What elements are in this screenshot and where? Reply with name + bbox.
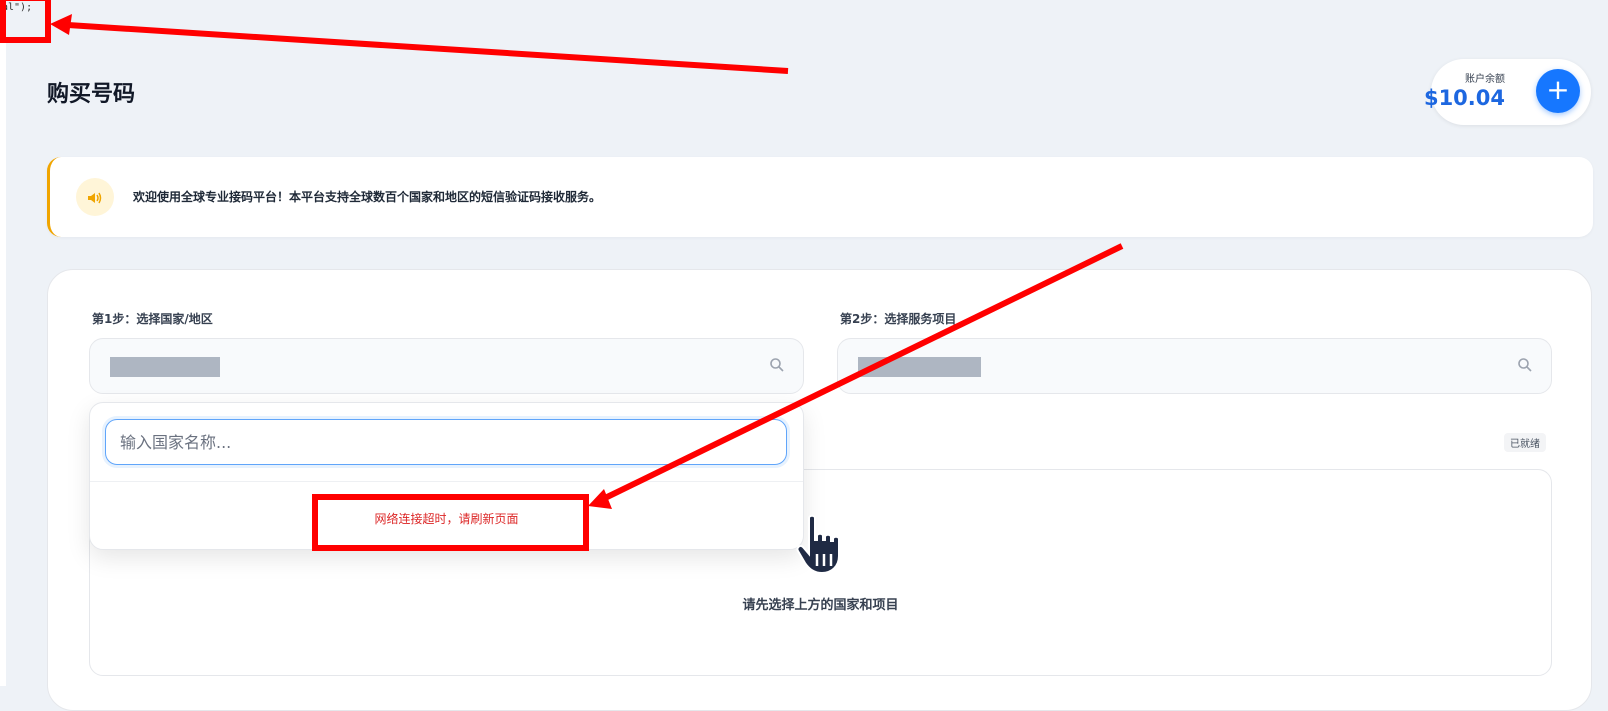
left-strip — [0, 0, 6, 686]
search-icon — [1518, 358, 1532, 372]
hand-pointer-icon — [796, 514, 840, 575]
dropdown-divider — [90, 481, 803, 482]
balance-card: 账户余额 $10.04 + — [1424, 59, 1591, 125]
annotation-arrowhead-debug — [50, 14, 72, 35]
service-select-placeholder — [858, 357, 981, 377]
error-message: 网络连接超时，请刷新页面 — [374, 512, 519, 526]
annotation-arrow-debug — [67, 22, 789, 74]
step2-label: 第2步：选择服务项目 — [840, 312, 957, 326]
country-select-placeholder — [110, 357, 220, 377]
country-search-input[interactable] — [105, 419, 787, 465]
speaker-icon — [76, 178, 114, 216]
service-select[interactable] — [837, 338, 1552, 394]
balance-amount: $10.04 — [1423, 86, 1505, 110]
country-select[interactable] — [89, 338, 804, 394]
page-title: 购买号码 — [47, 82, 136, 107]
balance-label: 账户余额 — [1465, 74, 1505, 85]
empty-state-text: 请先选择上方的国家和项目 — [742, 598, 899, 613]
notice-text: 欢迎使用全球专业接码平台！本平台支持全球数百个国家和地区的短信验证码接收服务。 — [133, 190, 602, 204]
status-badge: 已就绪 — [1504, 433, 1546, 452]
add-balance-button[interactable]: + — [1536, 69, 1580, 113]
debug-text: al"); — [2, 2, 33, 13]
plus-icon: + — [1546, 73, 1570, 106]
search-icon — [770, 358, 784, 372]
country-dropdown: 网络连接超时，请刷新页面 — [89, 402, 804, 550]
step1-label: 第1步：选择国家/地区 — [92, 312, 213, 326]
notice-banner: 欢迎使用全球专业接码平台！本平台支持全球数百个国家和地区的短信验证码接收服务。 — [47, 157, 1593, 237]
